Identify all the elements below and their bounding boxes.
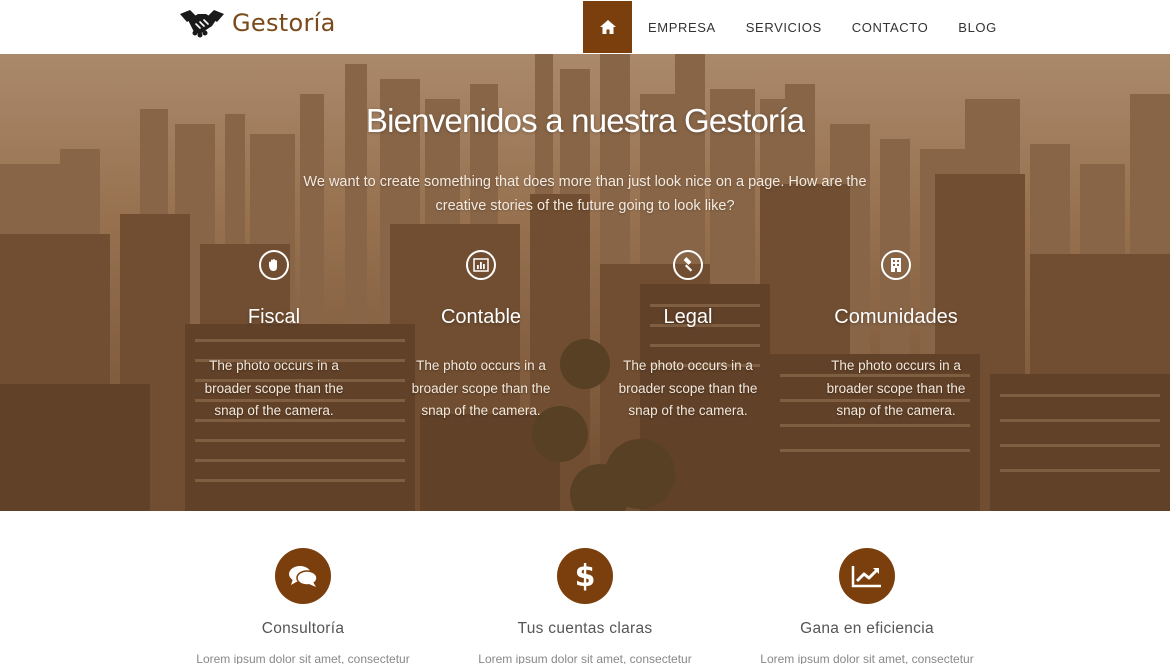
dollar-icon: $ bbox=[557, 548, 613, 604]
nav-contacto[interactable]: CONTACTO bbox=[852, 20, 929, 35]
feature-title: Legal bbox=[663, 306, 713, 328]
feature-contable: Contable The photo occurs in a broader s… bbox=[391, 250, 571, 423]
nav-servicios[interactable]: SERVICIOS bbox=[746, 20, 822, 35]
building-icon bbox=[881, 250, 911, 280]
gavel-icon bbox=[673, 250, 703, 280]
service-title: Consultoría bbox=[261, 620, 345, 637]
comments-icon bbox=[275, 548, 331, 604]
feature-fiscal: Fiscal The photo occurs in a broader sco… bbox=[184, 250, 364, 423]
service-title: Tus cuentas claras bbox=[517, 620, 653, 637]
feature-text: The photo occurs in a broader scope than… bbox=[618, 358, 758, 418]
nav-home-button[interactable] bbox=[583, 1, 632, 53]
logo[interactable]: Gestoría bbox=[178, 6, 336, 40]
handshake-icon bbox=[180, 10, 224, 38]
feature-title: Contable bbox=[440, 306, 522, 328]
feature-legal: Legal The photo occurs in a broader scop… bbox=[598, 250, 778, 423]
service-text: Lorem ipsum dolor sit amet, consectetur bbox=[196, 652, 410, 664]
hero-title: Bienvenidos a nuestra Gestoría bbox=[365, 102, 805, 139]
service-text: Lorem ipsum dolor sit amet, consectetur bbox=[760, 652, 974, 664]
feature-title: Fiscal bbox=[247, 306, 301, 328]
main-nav: EMPRESA SERVICIOS CONTACTO BLOG bbox=[583, 1, 997, 53]
hero-subtitle: We want to create something that does mo… bbox=[303, 174, 867, 214]
line-chart-icon bbox=[839, 548, 895, 604]
feature-text: The photo occurs in a broader scope than… bbox=[411, 358, 551, 418]
site-header: Gestoría EMPRESA SERVICIOS CONTACTO BLOG bbox=[0, 0, 1170, 54]
service-eficiencia: Gana en eficiencia Lorem ipsum dolor sit… bbox=[737, 548, 997, 664]
feature-text: The photo occurs in a broader scope than… bbox=[204, 358, 344, 418]
service-title: Gana en eficiencia bbox=[800, 620, 934, 637]
hero-section: Bienvenidos a nuestra Gestoría We want t… bbox=[0, 54, 1170, 511]
hand-icon bbox=[259, 250, 289, 280]
feature-comunidades: Comunidades The photo occurs in a broade… bbox=[806, 250, 986, 423]
bar-chart-icon bbox=[466, 250, 496, 280]
service-text: Lorem ipsum dolor sit amet, consectetur bbox=[478, 652, 692, 664]
nav-empresa[interactable]: EMPRESA bbox=[648, 20, 716, 35]
logo-text: Gestoría bbox=[232, 9, 336, 37]
feature-title: Comunidades bbox=[834, 306, 958, 328]
service-consultoria: Consultoría Lorem ipsum dolor sit amet, … bbox=[173, 548, 433, 664]
feature-text: The photo occurs in a broader scope than… bbox=[826, 358, 966, 418]
service-cuentas: $ Tus cuentas claras Lorem ipsum dolor s… bbox=[455, 548, 715, 664]
home-icon bbox=[599, 20, 616, 34]
nav-blog[interactable]: BLOG bbox=[958, 20, 997, 35]
